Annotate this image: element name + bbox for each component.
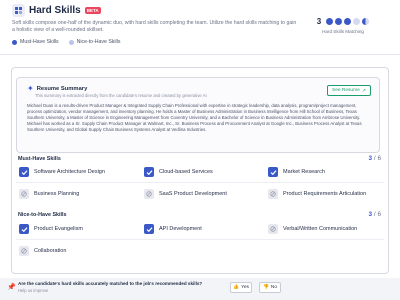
skill-item: SaaS Product Development xyxy=(144,189,227,199)
no-button[interactable]: 👎 No xyxy=(259,282,281,293)
legend-nice-to-have: Nice-to-Have Skills xyxy=(68,39,121,45)
match-dot xyxy=(362,18,370,25)
thumbs-up-icon: 👍 xyxy=(233,285,240,290)
skill-label: Cloud-based Services xyxy=(159,169,213,175)
legend-label: Nice-to-Have Skills xyxy=(76,39,121,45)
hard-skills-matching: 3 Hard Skills Matching xyxy=(298,17,388,34)
divider xyxy=(16,239,384,240)
pin-icon: 📌 xyxy=(7,284,16,291)
resume-subtitle: This summary is extracted directly from … xyxy=(35,93,207,98)
skill-item: Software Architecture Design xyxy=(19,167,105,177)
see-resume-button[interactable]: See Resume ↗ xyxy=(327,85,371,96)
skill-item: Product Evangelism xyxy=(19,224,83,234)
skill-label: API Development xyxy=(159,226,202,232)
not-matched-icon xyxy=(268,189,278,199)
match-dot xyxy=(335,18,343,25)
legend-dot-icon xyxy=(12,39,17,45)
nice-to-have-total: / 6 xyxy=(373,211,381,218)
match-score: 3 xyxy=(316,17,322,26)
match-dot xyxy=(344,18,352,25)
thumbs-down-icon: 👎 xyxy=(262,285,269,290)
legend-dot-icon xyxy=(68,39,74,45)
divider xyxy=(16,182,384,183)
feedback-help: Help us improve xyxy=(18,288,49,293)
skill-label: Product Evangelism xyxy=(34,226,83,232)
external-link-icon: ↗ xyxy=(361,87,366,94)
skill-item: Market Research xyxy=(268,167,325,177)
check-icon xyxy=(144,167,154,177)
skill-label: Collaboration xyxy=(34,248,67,254)
not-matched-icon xyxy=(19,246,29,256)
sparkle-icon: ✦ xyxy=(27,84,34,93)
check-icon xyxy=(268,167,278,177)
beta-badge: BETA xyxy=(84,6,101,14)
check-icon xyxy=(19,167,29,177)
skills-icon xyxy=(12,3,25,17)
match-label: Hard Skills Matching xyxy=(322,29,364,34)
not-matched-icon xyxy=(19,189,29,199)
match-dot xyxy=(353,18,361,25)
feedback-bar: 📌 Are the candidate's hard skills accura… xyxy=(0,278,400,300)
no-label: No xyxy=(270,285,278,290)
skill-label: Business Planning xyxy=(34,191,80,197)
skill-item: API Development xyxy=(144,224,202,234)
skill-item: Business Planning xyxy=(19,189,79,199)
skill-item: Verbal/Written Communication xyxy=(268,224,357,234)
nice-to-have-count: 3 / 6 xyxy=(369,211,381,218)
not-matched-icon xyxy=(144,189,154,199)
check-icon xyxy=(144,224,154,234)
yes-label: Yes xyxy=(241,285,249,290)
legend: Must-Have Skills Nice-to-Have Skills xyxy=(12,39,120,45)
legend-label: Must-Have Skills xyxy=(20,39,59,45)
skill-label: Software Architecture Design xyxy=(34,169,105,175)
feedback-question: Are the candidate's hard skills accurate… xyxy=(18,281,203,286)
legend-must-have: Must-Have Skills xyxy=(12,39,59,45)
yes-button[interactable]: 👍 Yes xyxy=(230,282,252,293)
description: Soft skills compose one-half of the dyna… xyxy=(12,20,297,33)
must-have-matched: 3 xyxy=(368,155,373,162)
must-have-title: Must-Have Skills xyxy=(18,156,61,162)
not-matched-icon xyxy=(268,224,278,234)
nice-to-have-matched: 3 xyxy=(368,211,373,218)
resume-text: Michael Duan is a results-driven Product… xyxy=(27,103,362,132)
resume-title: Resume Summary xyxy=(36,86,88,92)
skill-item: Cloud-based Services xyxy=(144,167,213,177)
skill-item: Collaboration xyxy=(19,246,66,256)
see-resume-label: See Resume xyxy=(332,88,360,93)
divider xyxy=(0,54,400,55)
skill-label: SaaS Product Development xyxy=(159,191,227,197)
must-have-total: / 6 xyxy=(373,155,381,162)
page-title: Hard Skills xyxy=(29,4,81,16)
skill-label: Verbal/Written Communication xyxy=(283,226,358,232)
check-icon xyxy=(19,224,29,234)
resume-summary: ✦ Resume Summary This summary is extract… xyxy=(16,77,380,153)
skill-item: Product Requirements Articulation xyxy=(268,189,366,199)
nice-to-have-title: Nice-to-Have Skills xyxy=(18,212,67,218)
must-have-count: 3 / 6 xyxy=(369,155,381,162)
skill-label: Product Requirements Articulation xyxy=(283,191,367,197)
match-dot xyxy=(326,18,334,25)
skill-label: Market Research xyxy=(283,169,325,175)
